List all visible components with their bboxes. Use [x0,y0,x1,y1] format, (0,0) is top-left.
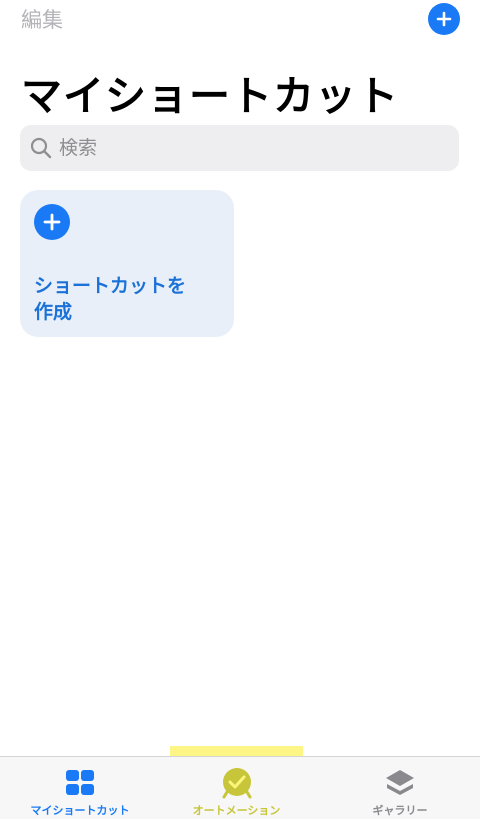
search-input[interactable] [59,137,439,159]
plus-circle-icon [43,213,61,231]
add-shortcut-button[interactable] [428,3,460,35]
search-icon [30,137,52,159]
card-label-line-1: ショートカットを [34,275,187,297]
grid-icon [63,766,97,800]
tab-bar: マイショートカット オートメーション ギャラリー [0,756,480,819]
card-label-line-2: 作成 [34,301,73,323]
tab-my-shortcuts[interactable]: マイショートカット [20,757,140,820]
search-bar[interactable] [20,125,459,171]
page-title: マイショートカット [21,72,399,120]
tab-my-shortcuts-label: マイショートカット [30,804,130,817]
layers-icon [383,766,417,800]
tab-automation-label: オートメーション [192,804,281,817]
tab-gallery-label: ギャラリー [372,804,428,817]
create-shortcut-label: ショートカットを 作成 [34,273,224,325]
edit-button[interactable]: 編集 [21,4,63,34]
card-plus-button [34,204,70,240]
clock-check-icon [220,766,254,800]
tab-automation[interactable]: オートメーション [170,757,303,820]
plus-circle-icon [436,11,452,27]
tab-gallery[interactable]: ギャラリー [340,757,460,820]
create-shortcut-card[interactable]: ショートカットを 作成 [20,190,234,337]
